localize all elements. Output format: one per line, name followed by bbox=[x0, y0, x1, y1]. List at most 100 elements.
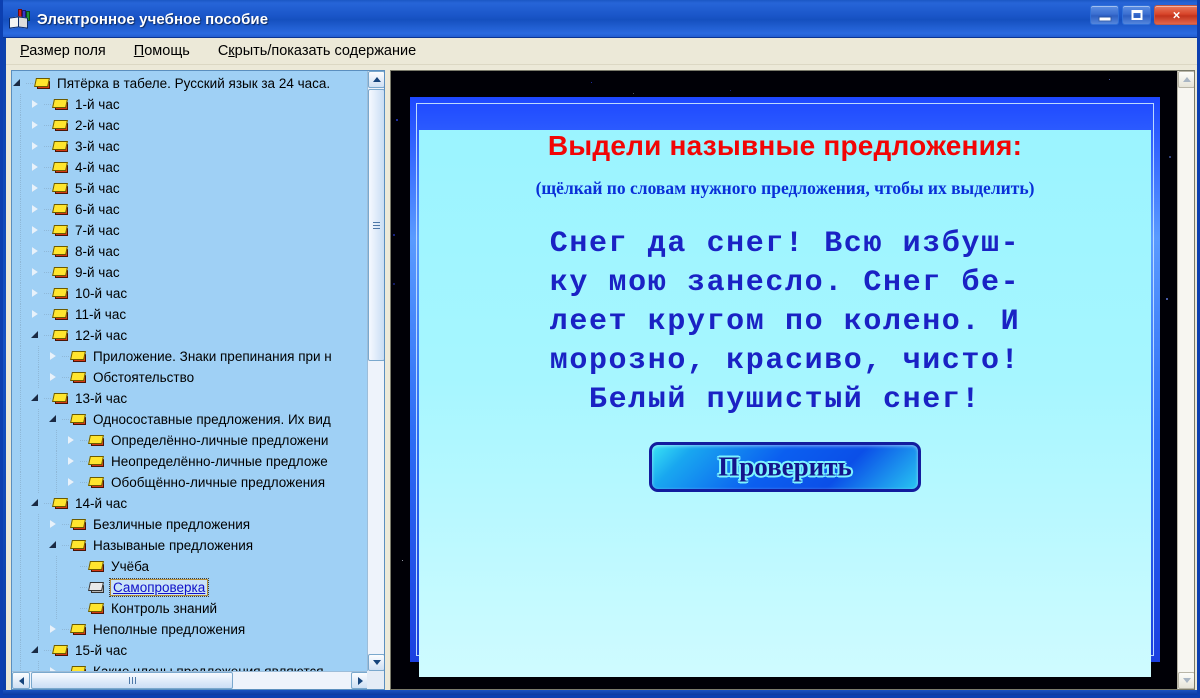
tree-expander-expanded[interactable] bbox=[30, 493, 44, 514]
tree-item[interactable]: Обстоятельство bbox=[12, 367, 369, 388]
tree-scroll-viewport[interactable]: Пятёрка в табеле. Русский язык за 24 час… bbox=[12, 71, 369, 671]
tree-item[interactable]: Контроль знаний bbox=[12, 598, 369, 619]
tree-expander-collapsed[interactable] bbox=[48, 619, 62, 640]
tree-item[interactable]: 1-й час bbox=[12, 94, 369, 115]
tree-expander-expanded[interactable] bbox=[12, 73, 26, 94]
tree-item[interactable]: Самопроверка bbox=[12, 577, 369, 598]
tree-expander-expanded[interactable] bbox=[48, 409, 62, 430]
tree-indent bbox=[12, 199, 30, 220]
chevron-up-icon bbox=[372, 77, 381, 82]
tree-indent bbox=[48, 598, 66, 619]
tree-item[interactable]: 6-й час bbox=[12, 199, 369, 220]
tree-expander-collapsed[interactable] bbox=[48, 367, 62, 388]
tree-expander-collapsed[interactable] bbox=[30, 241, 44, 262]
tree-expander-collapsed[interactable] bbox=[48, 514, 62, 535]
tree-connector bbox=[44, 146, 52, 147]
yellow-book-icon bbox=[70, 371, 88, 385]
star bbox=[395, 119, 398, 122]
tree-expander-collapsed[interactable] bbox=[30, 136, 44, 157]
tree-item[interactable]: Безличные предложения bbox=[12, 514, 369, 535]
tree-indent bbox=[12, 577, 30, 598]
content-scroll-down-button[interactable] bbox=[1178, 672, 1194, 689]
tree-item[interactable]: 14-й час bbox=[12, 493, 369, 514]
tree-expander-collapsed[interactable] bbox=[30, 220, 44, 241]
tree-expander-collapsed[interactable] bbox=[30, 304, 44, 325]
tree-horizontal-scroll-thumb[interactable] bbox=[31, 672, 233, 689]
tree-item[interactable]: 11-й час bbox=[12, 304, 369, 325]
tree-item[interactable]: 3-й час bbox=[12, 136, 369, 157]
exercise-line[interactable]: Снег да снег! Всю избуш- bbox=[419, 225, 1151, 264]
maximize-button[interactable] bbox=[1122, 5, 1151, 25]
exercise-line[interactable]: леет кругом по колено. И bbox=[419, 303, 1151, 342]
check-answers-button[interactable]: Проверить bbox=[649, 442, 921, 492]
tree-item[interactable]: Неполные предложения bbox=[12, 619, 369, 640]
tree-indent bbox=[12, 136, 30, 157]
window-bottom-strip bbox=[3, 690, 1197, 695]
menu-item-field-size[interactable]: Размер поля bbox=[16, 41, 110, 61]
tree-item[interactable]: 4-й час bbox=[12, 157, 369, 178]
exercise-line[interactable]: Белый пушистый снег! bbox=[419, 381, 1151, 420]
tree-item[interactable]: 2-й час bbox=[12, 115, 369, 136]
tree-expander-collapsed[interactable] bbox=[30, 157, 44, 178]
tree-item[interactable]: Учёба bbox=[12, 556, 369, 577]
tree-item[interactable]: 13-й час bbox=[12, 388, 369, 409]
tree-expander-collapsed[interactable] bbox=[48, 661, 62, 671]
tree-vertical-scrollbar[interactable] bbox=[367, 71, 384, 671]
tree-expander-collapsed[interactable] bbox=[48, 346, 62, 367]
tree-item[interactable]: Какие члены предложения являются bbox=[12, 661, 369, 671]
yellow-book-icon bbox=[52, 224, 70, 238]
tree-connector bbox=[26, 83, 34, 84]
tree-expander-expanded[interactable] bbox=[30, 640, 44, 661]
menu-item-help[interactable]: Помощь bbox=[130, 41, 194, 61]
tree-expander-expanded[interactable] bbox=[30, 388, 44, 409]
tree-indent bbox=[30, 346, 48, 367]
tree-scroll-down-button[interactable] bbox=[368, 654, 384, 671]
star bbox=[632, 92, 634, 94]
tree-expander-collapsed[interactable] bbox=[66, 472, 80, 493]
tree-item[interactable]: Односоставные предложения. Их вид bbox=[12, 409, 369, 430]
tree-item[interactable]: 8-й час bbox=[12, 241, 369, 262]
tree-scroll-up-button[interactable] bbox=[368, 71, 384, 88]
tree-connector bbox=[44, 167, 52, 168]
tree-item-label: Приложение. Знаки препинания при н bbox=[93, 349, 332, 364]
close-button[interactable]: × bbox=[1154, 5, 1197, 25]
exercise-line[interactable]: ку мою занесло. Снег бе- bbox=[419, 264, 1151, 303]
tree-item[interactable]: Обобщённо-личные предложения bbox=[12, 472, 369, 493]
tree-item[interactable]: 10-й час bbox=[12, 283, 369, 304]
exercise-line[interactable]: морозно, красиво, чисто! bbox=[419, 342, 1151, 381]
tree-expander-collapsed[interactable] bbox=[30, 94, 44, 115]
tree-item[interactable]: 9-й час bbox=[12, 262, 369, 283]
tree-item[interactable]: 7-й час bbox=[12, 220, 369, 241]
tree-expander-collapsed[interactable] bbox=[30, 283, 44, 304]
tree-indent bbox=[30, 514, 48, 535]
yellow-book-icon bbox=[52, 245, 70, 259]
tree-indent bbox=[12, 115, 30, 136]
tree-expander-collapsed[interactable] bbox=[30, 115, 44, 136]
content-vertical-scrollbar[interactable] bbox=[1177, 71, 1194, 689]
tree-expander-collapsed[interactable] bbox=[66, 451, 80, 472]
minimize-button[interactable] bbox=[1090, 5, 1119, 25]
tree-expander-expanded[interactable] bbox=[48, 535, 62, 556]
exercise-text[interactable]: Снег да снег! Всю избуш-ку мою занесло. … bbox=[419, 225, 1151, 420]
tree-item[interactable]: 15-й час bbox=[12, 640, 369, 661]
tree-expander-collapsed[interactable] bbox=[30, 262, 44, 283]
tree-expander-collapsed[interactable] bbox=[30, 199, 44, 220]
tree-item-label: 9-й час bbox=[75, 265, 120, 280]
tree-expander-collapsed[interactable] bbox=[66, 430, 80, 451]
menu-item-toggle-contents[interactable]: Скрыть/показать содержание bbox=[214, 41, 420, 61]
tree-vertical-scroll-thumb[interactable] bbox=[368, 89, 384, 361]
content-scroll-up-button[interactable] bbox=[1178, 71, 1194, 88]
tree-item[interactable]: 12-й час bbox=[12, 325, 369, 346]
tree-item[interactable]: Определённо-личные предложени bbox=[12, 430, 369, 451]
yellow-book-icon bbox=[34, 77, 52, 91]
tree-item[interactable]: Пятёрка в табеле. Русский язык за 24 час… bbox=[12, 73, 369, 94]
tree-item[interactable]: Называные предложения bbox=[12, 535, 369, 556]
tree-item[interactable]: Неопределённо-личные предложе bbox=[12, 451, 369, 472]
tree-horizontal-scrollbar[interactable] bbox=[12, 671, 369, 689]
tree-scroll-left-button[interactable] bbox=[12, 672, 30, 689]
tree-item[interactable]: 5-й час bbox=[12, 178, 369, 199]
tree-expander-collapsed[interactable] bbox=[30, 178, 44, 199]
tree-expander-expanded[interactable] bbox=[30, 325, 44, 346]
tree-item[interactable]: Приложение. Знаки препинания при н bbox=[12, 346, 369, 367]
star bbox=[1168, 155, 1171, 158]
